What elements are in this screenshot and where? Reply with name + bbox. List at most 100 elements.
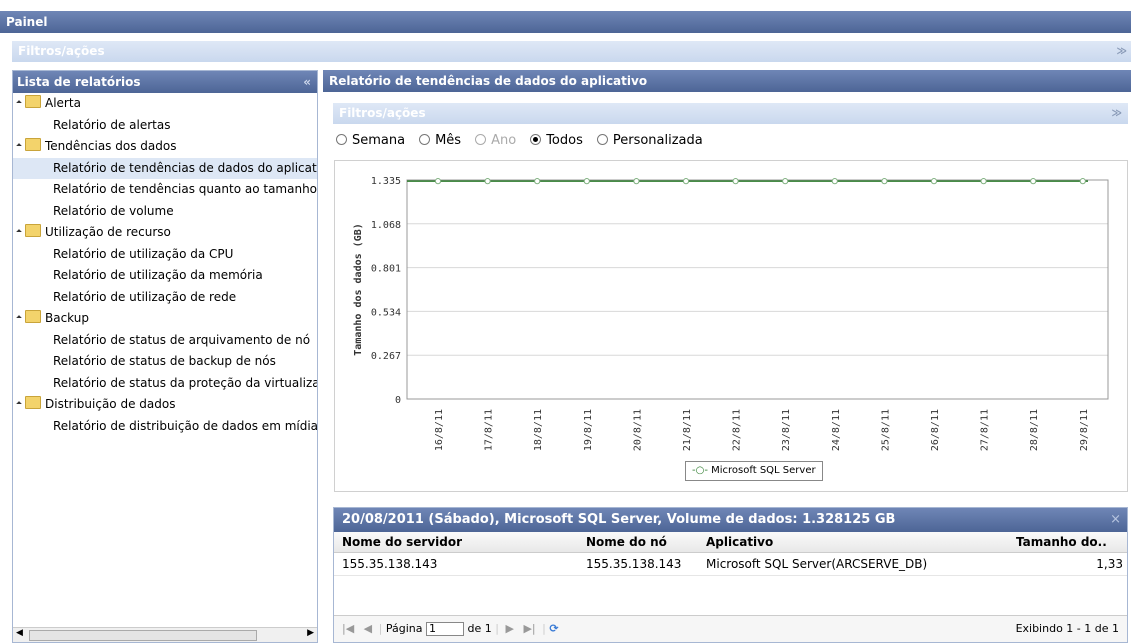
y-tick-label: 0.534 bbox=[371, 307, 401, 318]
x-tick-label: 16/8/11 bbox=[434, 409, 445, 451]
x-tick-label: 19/8/11 bbox=[583, 409, 594, 451]
report-filter-label: Filtros/ações bbox=[339, 106, 426, 120]
table-header: Nome do servidor Nome do nó Aplicativo Tama… bbox=[334, 532, 1127, 553]
column-header[interactable]: Nome do nó bbox=[586, 532, 667, 552]
scroll-thumb[interactable] bbox=[29, 630, 257, 641]
column-header[interactable]: Aplicativo bbox=[706, 532, 773, 552]
tree-item[interactable]: Relatório de tendências quanto ao tamanh… bbox=[13, 179, 317, 200]
expand-arrow-icon[interactable] bbox=[16, 143, 22, 149]
tree-item[interactable]: Relatório de status de backup de nós bbox=[13, 351, 317, 372]
tree-item-label: Relatório de alertas bbox=[53, 117, 171, 132]
tree-item-label: Relatório de volume bbox=[53, 203, 174, 218]
detail-header: 20/08/2011 (Sábado), Microsoft SQL Serve… bbox=[334, 508, 1127, 532]
sidebar-scrollbar[interactable]: ◀ ▶ bbox=[13, 627, 317, 642]
data-point bbox=[1079, 178, 1086, 185]
radio-button[interactable] bbox=[596, 134, 608, 145]
tree-item[interactable]: Relatório de volume bbox=[13, 201, 317, 222]
period-label: Todos bbox=[546, 133, 583, 148]
refresh-icon[interactable]: ⟳ bbox=[549, 622, 558, 635]
scroll-left-icon[interactable]: ◀ bbox=[16, 628, 23, 638]
report-tree: Alerta Relatório de alertas Tendências dos… bbox=[13, 93, 317, 623]
tree-item[interactable]: Relatório de status da proteção da virtu… bbox=[13, 373, 317, 394]
expand-arrow-icon[interactable] bbox=[16, 229, 22, 235]
period-radio[interactable]: Semana bbox=[336, 133, 405, 148]
column-header[interactable]: Nome do servidor bbox=[342, 532, 462, 552]
tree-item[interactable]: Relatório de utilização de rede bbox=[13, 287, 317, 308]
tree-item-label: Relatório de status de arquivamento de n… bbox=[53, 332, 311, 347]
expand-arrow-icon[interactable] bbox=[16, 315, 22, 321]
x-tick-label: 28/8/11 bbox=[1029, 409, 1040, 451]
x-tick-label: 20/8/11 bbox=[632, 409, 643, 451]
expand-arrow-icon[interactable] bbox=[16, 401, 22, 407]
tree-group[interactable]: Distribuição de dados bbox=[13, 394, 175, 415]
pager: |◀ ◀ | Página de 1 | ▶ ▶| | ⟳ Exibindo 1… bbox=[334, 615, 1127, 642]
tree-item[interactable]: Relatório de tendências de dados do apli… bbox=[13, 157, 317, 179]
double-chevron-down-icon[interactable]: ≫ bbox=[1117, 41, 1127, 62]
y-tick-label: 1.068 bbox=[371, 220, 401, 231]
radio-button[interactable] bbox=[530, 134, 542, 145]
double-chevron-down-icon[interactable]: ≫ bbox=[1112, 103, 1122, 124]
double-chevron-left-icon[interactable]: « bbox=[303, 71, 311, 93]
top-filter-bar[interactable]: Filtros/ações ≫ bbox=[12, 41, 1131, 62]
legend-line-icon: -○- bbox=[692, 465, 708, 476]
folder-icon bbox=[25, 138, 41, 151]
tree-group-label: Alerta bbox=[45, 96, 81, 110]
sidebar-title: Lista de relatórios bbox=[17, 75, 141, 89]
tree-item[interactable]: Relatório de distribuição de dados em mí… bbox=[13, 416, 317, 437]
tree-item-label: Relatório de status de backup de nós bbox=[53, 354, 276, 368]
tree-item[interactable]: Relatório de status de arquivamento de n… bbox=[13, 330, 317, 351]
x-tick-label: 24/8/11 bbox=[831, 409, 842, 451]
data-point bbox=[534, 178, 541, 185]
tree-item[interactable]: Relatório de alertas bbox=[13, 115, 317, 136]
report-filter-bar[interactable]: Filtros/ações ≫ bbox=[333, 103, 1128, 124]
x-tick-label: 27/8/11 bbox=[980, 409, 991, 451]
period-label: Mês bbox=[435, 133, 462, 148]
chart-legend[interactable]: -○- Microsoft SQL Server bbox=[685, 461, 823, 481]
tree-group-label: Distribuição de dados bbox=[45, 397, 176, 411]
scroll-right-icon[interactable]: ▶ bbox=[307, 628, 314, 638]
tree-group[interactable]: Tendências dos dados bbox=[13, 136, 176, 157]
tree-item[interactable]: Relatório de utilização da CPU bbox=[13, 244, 317, 265]
x-tick-label: 21/8/11 bbox=[682, 409, 693, 451]
data-point bbox=[732, 178, 739, 185]
data-point bbox=[881, 178, 888, 185]
radio-button[interactable] bbox=[475, 134, 487, 145]
column-header[interactable]: Tamanho do.. bbox=[1016, 532, 1107, 552]
expand-arrow-icon[interactable] bbox=[16, 100, 22, 106]
tree-group-label: Utilização de recurso bbox=[45, 225, 171, 239]
close-icon[interactable]: × bbox=[1110, 508, 1121, 532]
tree-group[interactable]: Backup bbox=[13, 308, 89, 329]
first-page-icon[interactable]: |◀ bbox=[342, 616, 354, 642]
tree-group[interactable]: Alerta bbox=[13, 93, 81, 114]
data-point bbox=[682, 178, 690, 185]
radio-button[interactable] bbox=[336, 134, 347, 145]
period-radio[interactable]: Mês bbox=[419, 133, 461, 148]
report-header: Relatório de tendências de dados do apli… bbox=[323, 70, 1131, 92]
y-axis-label: Tamanho dos dados (GB) bbox=[353, 223, 364, 355]
x-tick-label: 29/8/11 bbox=[1079, 409, 1090, 451]
legend-label: Microsoft SQL Server bbox=[711, 465, 816, 476]
period-radio[interactable]: Personalizada bbox=[596, 133, 703, 148]
data-trend-chart: 1.335 1.068 0.801 0.534 0.267 0 Tamanho dos da… bbox=[353, 176, 1109, 451]
tree-group[interactable]: Utilização de recurso bbox=[13, 222, 171, 243]
sidebar-panel: Lista de relatórios « Alerta Relatório de… bbox=[12, 70, 318, 643]
table-row[interactable]: 155.35.138.143 155.35.138.143 Microsoft SQ… bbox=[334, 553, 1127, 576]
data-point bbox=[1030, 178, 1037, 185]
table-cell: Microsoft SQL Server(ARCSERVE_DB) bbox=[706, 557, 928, 571]
radio-button[interactable] bbox=[419, 134, 431, 145]
prev-page-icon[interactable]: ◀ bbox=[364, 616, 372, 642]
last-page-icon[interactable]: ▶| bbox=[523, 616, 535, 642]
pager-status: Exibindo 1 - 1 de 1 bbox=[1015, 622, 1119, 635]
period-radio[interactable]: Todos bbox=[530, 133, 583, 148]
period-options: Semana Mês Ano Todos Personalizada bbox=[336, 132, 717, 150]
table-cell: 155.35.138.143 bbox=[342, 557, 438, 571]
data-point bbox=[633, 178, 640, 185]
next-page-icon[interactable]: ▶ bbox=[505, 616, 513, 642]
folder-icon bbox=[25, 396, 41, 409]
tree-item-label: Relatório de utilização da CPU bbox=[53, 246, 234, 261]
x-tick-label: 25/8/11 bbox=[880, 409, 891, 451]
period-label: Semana bbox=[352, 133, 406, 148]
page-input[interactable] bbox=[426, 621, 464, 636]
report-title: Relatório de tendências de dados do apli… bbox=[329, 74, 648, 88]
tree-item[interactable]: Relatório de utilização da memória bbox=[13, 265, 317, 286]
